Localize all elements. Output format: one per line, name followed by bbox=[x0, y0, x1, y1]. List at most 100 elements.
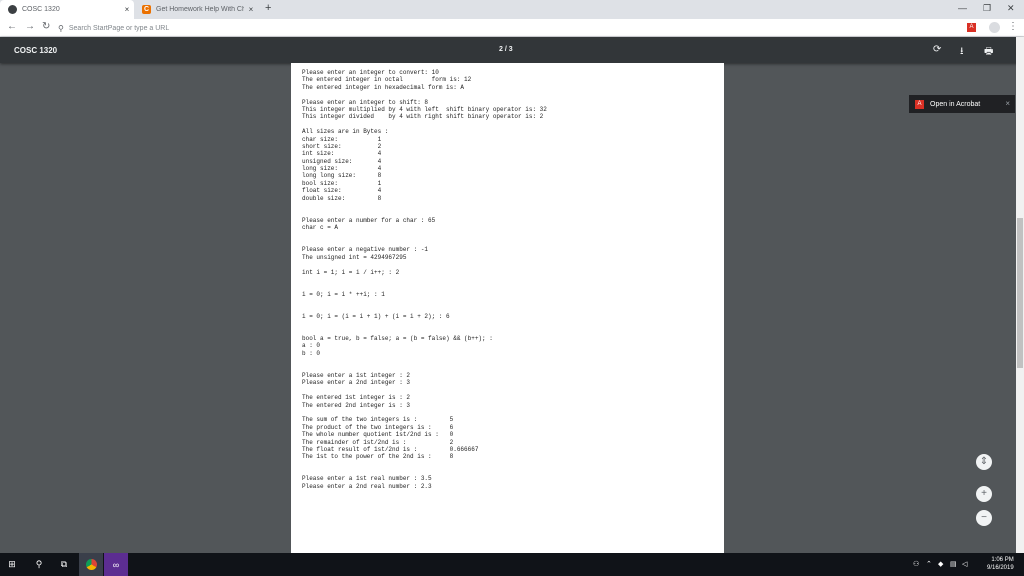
pdf-page: Please enter an integer to convert: 10 Th… bbox=[291, 63, 724, 553]
zoom-out-button[interactable]: − bbox=[976, 510, 992, 526]
maximize-button[interactable]: ❐ bbox=[983, 3, 991, 14]
console-line: a : 0 bbox=[302, 342, 321, 350]
console-line: Please enter a number for a char : 65 bbox=[302, 216, 436, 224]
people-icon[interactable]: ⚇ bbox=[913, 560, 919, 568]
chrome-taskbar-button[interactable] bbox=[79, 553, 103, 576]
console-line: Please enter a 1st real number : 3.5 bbox=[302, 475, 432, 483]
rotate-icon[interactable]: ⟳ bbox=[933, 44, 941, 55]
close-tab-icon[interactable]: × bbox=[120, 5, 134, 14]
console-line: int size: 4 bbox=[302, 150, 382, 158]
console-line: The product of the two integers is : 6 bbox=[302, 423, 454, 431]
console-line: i = 0; i = i * ++i; : 1 bbox=[302, 290, 385, 298]
console-line: int i = 1; i = i / i++; : 2 bbox=[302, 268, 400, 276]
network-icon[interactable]: ▤ bbox=[950, 560, 957, 568]
task-view-button[interactable]: ⧉ bbox=[53, 553, 75, 576]
volume-icon[interactable]: ◁ bbox=[962, 560, 967, 568]
console-line: float size: 4 bbox=[302, 187, 382, 195]
forward-button[interactable]: → bbox=[25, 21, 35, 32]
acrobat-icon: A bbox=[915, 99, 924, 109]
console-line: The entered integer in octal form is: 12 bbox=[302, 76, 472, 84]
console-line: Please enter a negative number : -1 bbox=[302, 246, 429, 254]
console-line: This integer divided by 4 with right shi… bbox=[302, 113, 544, 121]
open-in-acrobat-popup[interactable]: A Open in Acrobat × bbox=[909, 95, 1015, 113]
page-indicator: 2 / 3 bbox=[499, 46, 513, 53]
visual-studio-taskbar-button[interactable]: ∞ bbox=[104, 553, 128, 576]
console-line: The sum of the two integers is : 5 bbox=[302, 416, 454, 424]
console-line: bool size: 1 bbox=[302, 179, 382, 187]
pdf-toolbar: COSC 1320 2 / 3 ⟳ ⭳ 🖶 bbox=[0, 37, 1024, 63]
taskbar-clock[interactable]: 1:06 PM 9/16/2019 bbox=[987, 556, 1014, 572]
console-line: The entered 1st integer is : 2 bbox=[302, 394, 411, 402]
print-icon[interactable]: 🖶 bbox=[984, 44, 993, 61]
minimize-button[interactable]: — bbox=[958, 3, 967, 13]
start-button[interactable]: ⊞ bbox=[0, 553, 24, 576]
visual-studio-icon: ∞ bbox=[112, 559, 120, 570]
tab-title: Get Homework Help With Cheg bbox=[156, 6, 244, 13]
console-line: The remainder of 1st/2nd is : 2 bbox=[302, 438, 454, 446]
chrome-icon bbox=[8, 5, 17, 14]
console-line: The unsigned int = 4294967295 bbox=[302, 253, 407, 261]
console-output: Please enter an integer to convert: 10 Th… bbox=[302, 69, 717, 490]
zoom-in-button[interactable]: + bbox=[976, 486, 992, 502]
document-title: COSC 1320 bbox=[14, 46, 58, 55]
console-line: Please enter a 2nd integer : 3 bbox=[302, 379, 411, 387]
console-line: Please enter a 1st integer : 2 bbox=[302, 372, 411, 380]
menu-icon[interactable]: ⋮ bbox=[1008, 21, 1018, 32]
chevron-up-icon[interactable]: ⌃ bbox=[926, 560, 932, 568]
download-icon[interactable]: ⭳ bbox=[960, 44, 964, 61]
console-line: short size: 2 bbox=[302, 142, 382, 150]
close-icon[interactable]: × bbox=[1005, 99, 1010, 108]
dropbox-icon[interactable]: ◆ bbox=[938, 560, 943, 568]
tab-strip: COSC 1320 × C Get Homework Help With Che… bbox=[0, 0, 1024, 19]
console-line: This integer multiplied by 4 with left s… bbox=[302, 105, 547, 113]
console-line: i = 0; i = (i = i + 1) + (i = i + 2); : … bbox=[302, 312, 450, 320]
close-window-button[interactable]: ✕ bbox=[1007, 3, 1015, 14]
chrome-icon bbox=[85, 559, 97, 570]
console-line: Please enter an integer to shift: 8 bbox=[302, 98, 429, 106]
back-button[interactable]: ← bbox=[7, 21, 17, 32]
search-icon: ⚲ bbox=[58, 23, 64, 33]
browser-toolbar: ← → ↻ ⚲ Search StartPage or type a URL bbox=[0, 19, 1024, 37]
clock-time: 1:06 PM bbox=[991, 557, 1014, 563]
new-tab-button[interactable]: + bbox=[265, 2, 271, 14]
profile-avatar[interactable] bbox=[989, 22, 1000, 33]
clock-date: 9/16/2019 bbox=[987, 565, 1014, 571]
acrobat-extension-icon[interactable]: A bbox=[967, 23, 976, 32]
console-line: The whole number quotient 1st/2nd is : 0 bbox=[302, 431, 454, 439]
scrollbar-thumb[interactable] bbox=[1017, 218, 1023, 368]
tab-chegg[interactable]: C Get Homework Help With Cheg × bbox=[134, 0, 258, 19]
console-line: long long size: 8 bbox=[302, 172, 382, 180]
fit-page-button[interactable]: ⇕ bbox=[976, 454, 992, 470]
console-line: bool a = true, b = false; a = (b = false… bbox=[302, 335, 493, 343]
search-button[interactable]: ⚲ bbox=[28, 553, 50, 576]
reload-button[interactable]: ↻ bbox=[42, 21, 50, 32]
console-line: All sizes are in Bytes : bbox=[302, 128, 389, 136]
console-line: The entered 2nd integer is : 3 bbox=[302, 401, 411, 409]
console-line: The entered integer in hexadecimal form … bbox=[302, 83, 465, 91]
console-line: Please enter an integer to convert: 10 bbox=[302, 69, 439, 76]
chegg-icon: C bbox=[142, 5, 151, 14]
address-bar[interactable]: ⚲ Search StartPage or type a URL bbox=[58, 21, 948, 35]
tab-cosc-1320[interactable]: COSC 1320 × bbox=[0, 0, 134, 19]
close-tab-icon[interactable]: × bbox=[244, 5, 258, 14]
open-in-acrobat-label: Open in Acrobat bbox=[930, 100, 981, 108]
console-line: Please enter a 2nd real number : 2.3 bbox=[302, 482, 432, 490]
console-line: The float result of 1st/2nd is : 0.66666… bbox=[302, 445, 479, 453]
